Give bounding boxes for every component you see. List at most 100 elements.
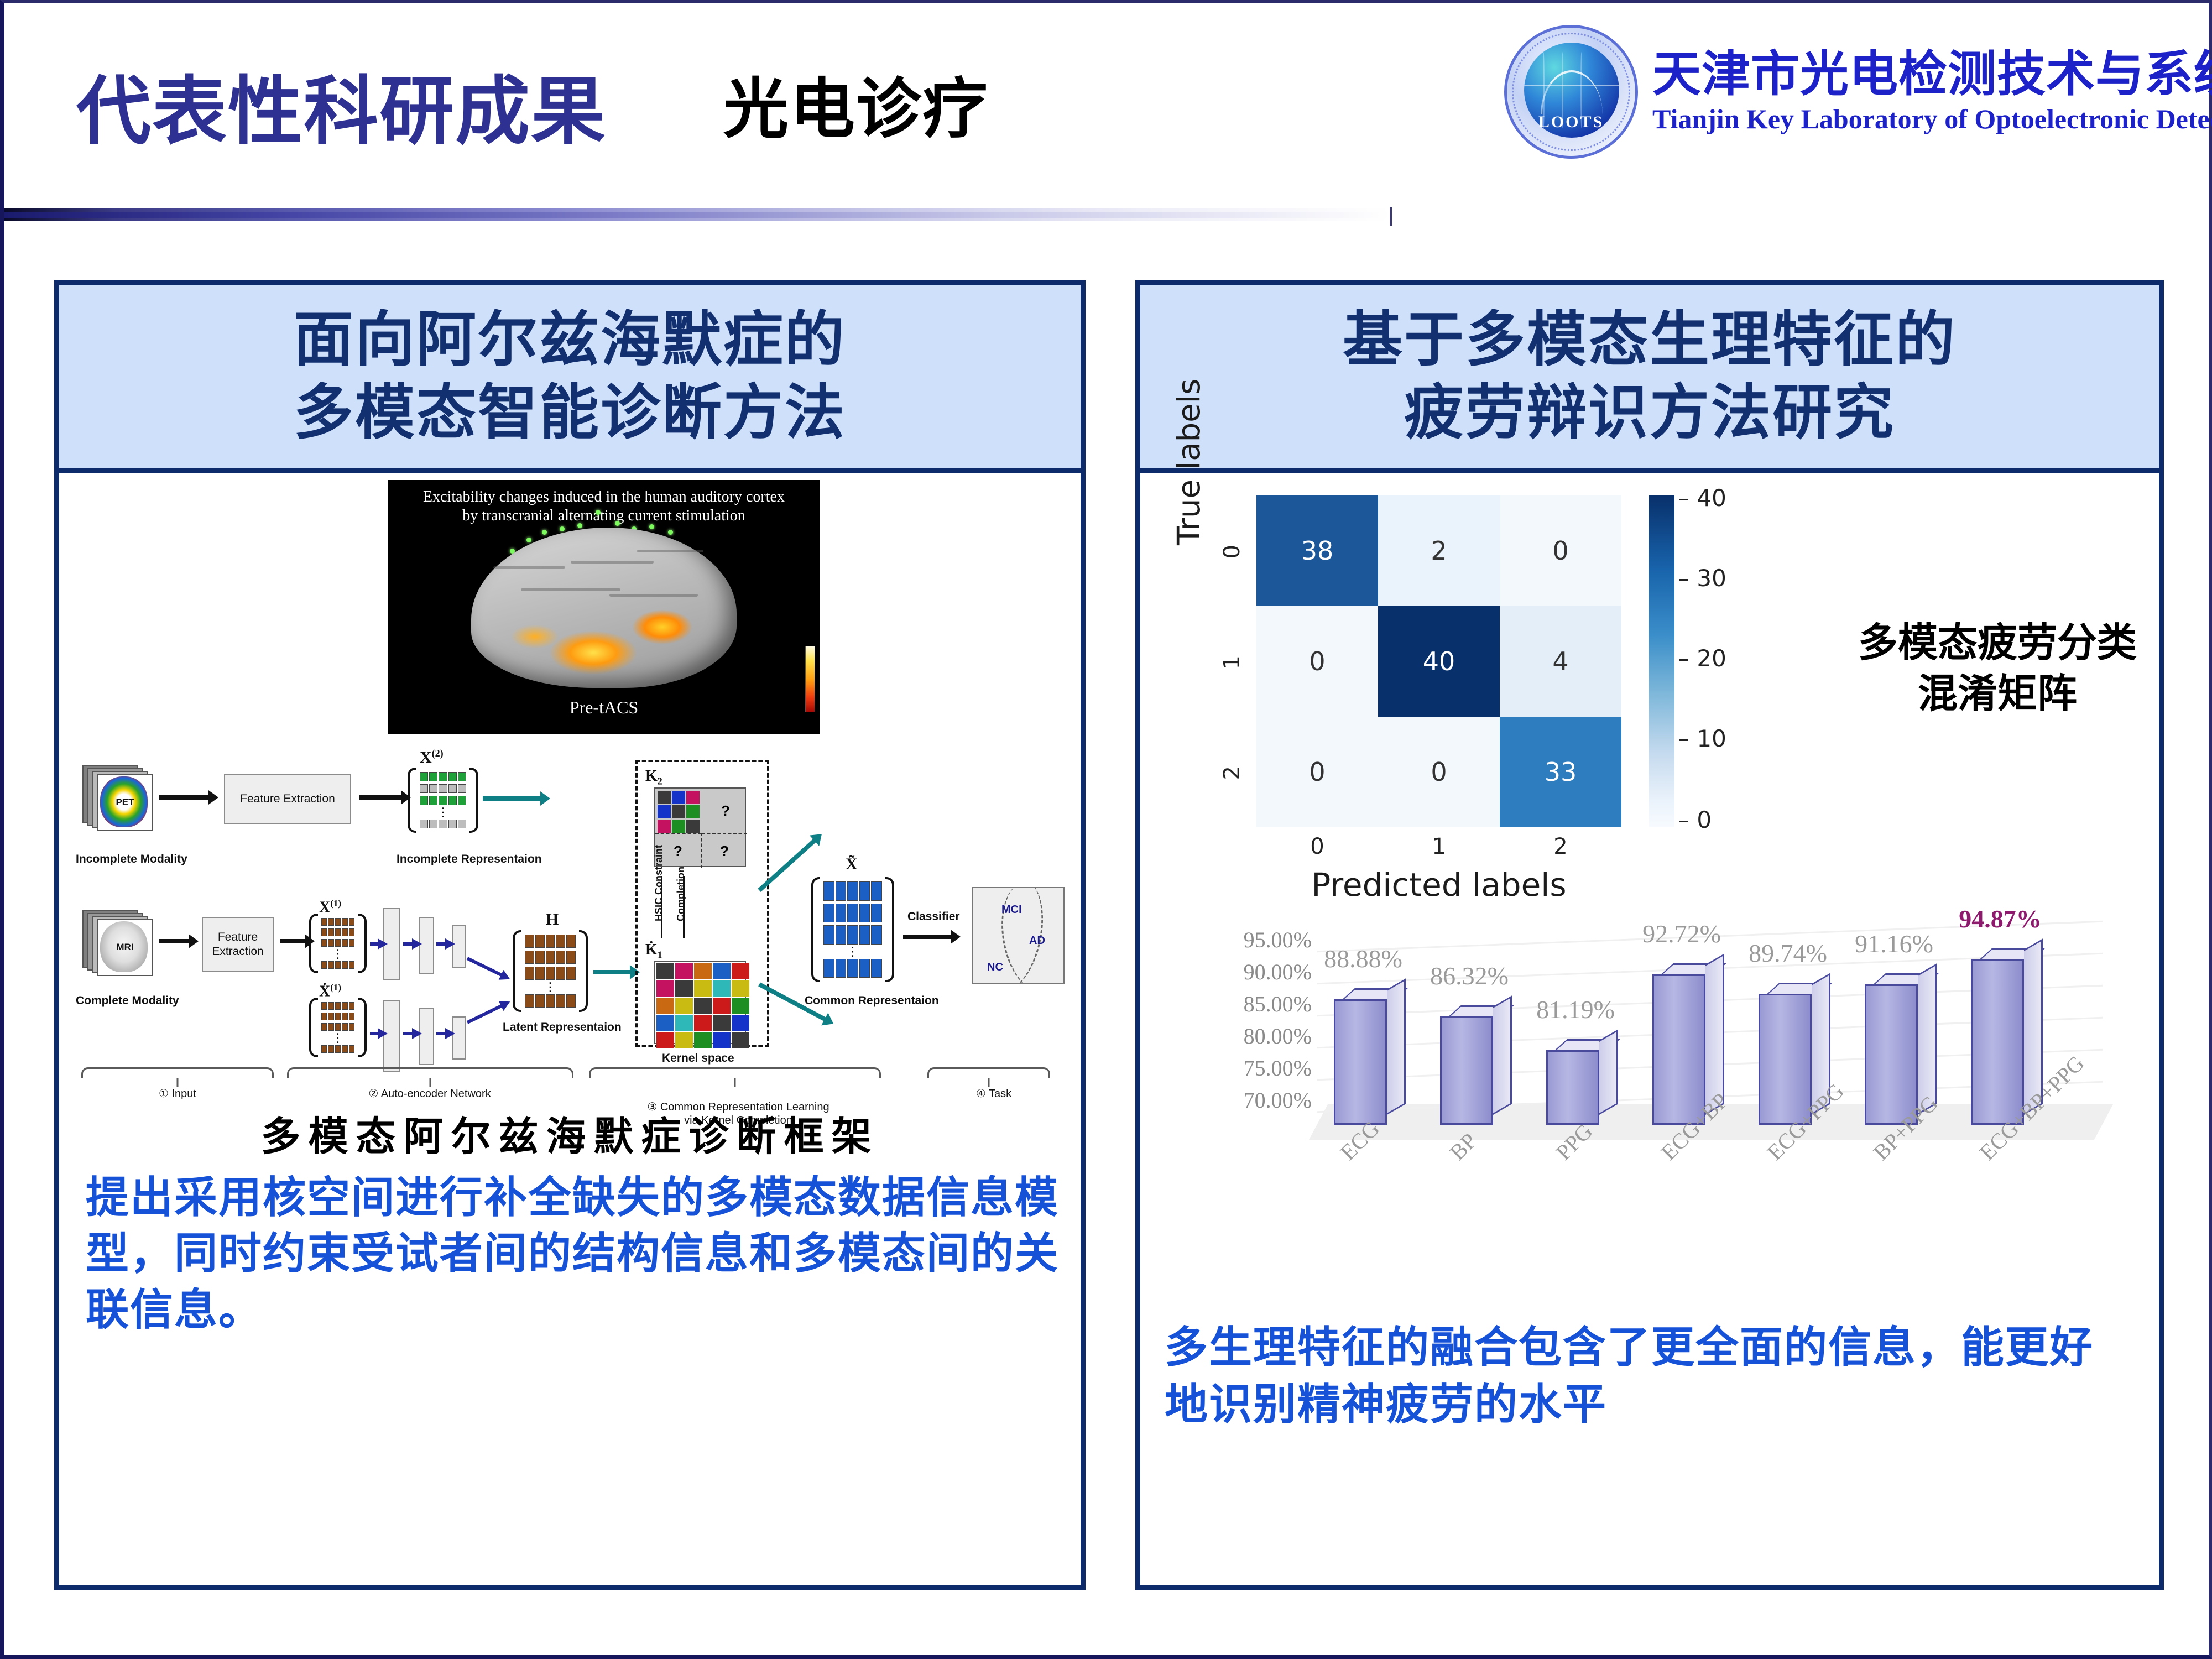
complete-modality-label: Complete Modality xyxy=(76,994,179,1007)
xtilde-symbol: X̃ xyxy=(846,855,858,873)
left-panel-description: 提出采用核空间进行补全缺失的多模态数据信息模型，同时约束受试者间的结构信息和多模… xyxy=(86,1173,1060,1335)
page-title: 代表性科研成果 xyxy=(76,68,607,155)
bar-value-ecg-bp: 92.72% xyxy=(1642,920,1721,948)
arrow-ae-to-h-1 xyxy=(466,957,505,978)
confusion-matrix-x-axis-label: Predicted labels xyxy=(1311,866,1567,904)
cm-ytick-2: 2 xyxy=(1219,766,1245,780)
framework-title: 多模态阿尔兹海默症诊断框架 xyxy=(260,1113,879,1160)
brain-figure-label: Pre-tACS xyxy=(569,697,639,717)
lab-name-cn: 天津市光电检测技术与系统重点实验室 xyxy=(1652,45,2212,102)
bc-ytick-1: 90.00% xyxy=(1243,959,1312,984)
cb-tick-40: 40 xyxy=(1678,484,1726,512)
stage-brace-1 xyxy=(81,1067,274,1078)
cm-xtick-0: 0 xyxy=(1310,834,1324,859)
cm-xtick-1: 1 xyxy=(1432,834,1446,859)
bar-value-ecg-bp-ppg: 94.87% xyxy=(1959,905,2042,933)
left-content-panel: 面向阿尔兹海默症的 多模态智能诊断方法 Excitability changes… xyxy=(54,280,1086,1590)
cm-cell-0-0: 38 xyxy=(1256,495,1378,606)
arrow-pet-to-fe xyxy=(159,790,218,805)
bar-value-bp-ppg: 91.16% xyxy=(1855,930,1933,958)
lab-name-en: Tianjin Key Laboratory of Optoelectronic… xyxy=(1652,103,2212,134)
confusion-matrix-grid: 38 2 0 0 40 4 0 0 33 xyxy=(1256,495,1621,827)
cb-tick-20: 20 xyxy=(1678,645,1726,672)
stage-label-1: ① Input xyxy=(159,1088,196,1100)
left-panel-header: 面向阿尔兹海默症的 多模态智能诊断方法 xyxy=(54,280,1086,473)
stage-brace-3 xyxy=(589,1067,881,1078)
k2-q3: ? xyxy=(702,833,747,868)
left-panel-title-line2: 多模态智能诊断方法 xyxy=(293,378,846,447)
confusion-matrix-colorbar xyxy=(1649,495,1674,827)
logo-emblem-icon: LOOTS xyxy=(1502,23,1640,161)
mri-image-stack: MRI xyxy=(82,910,154,977)
h-matrix: ⋮ xyxy=(513,930,588,1012)
confusion-matrix-note: 多模态疲劳分类 混淆矩阵 xyxy=(1826,617,2169,719)
arrow-fe-to-x1 xyxy=(280,934,315,948)
bc-ytick-3: 80.00% xyxy=(1243,1024,1312,1048)
confusion-matrix-y-axis-label: True labels xyxy=(1171,378,1207,545)
bar-ecg-bp: 92.72% xyxy=(1642,920,1726,1125)
xtilde-matrix: ⋮ xyxy=(811,877,894,982)
arrow-ae-6 xyxy=(436,1028,455,1039)
arrow-ae-2 xyxy=(403,938,422,950)
cb-tick-0: 0 xyxy=(1678,806,1712,833)
arrow-fe-to-x2 xyxy=(359,790,411,805)
arrow-ae-1 xyxy=(370,938,388,950)
incomplete-representation-label: Incomplete Representaion xyxy=(397,853,542,865)
arrow-ae-3 xyxy=(436,938,455,950)
bar-value-ppg: 81.19% xyxy=(1536,995,1615,1024)
k1-kernel-matrix xyxy=(654,961,749,1048)
framework-diagram: PET Incomplete Modality Feature Extracti… xyxy=(76,744,1066,1126)
brain-activation-figure: Excitability changes induced in the huma… xyxy=(388,480,820,734)
cm-cell-1-0: 0 xyxy=(1256,606,1378,717)
cm-cell-2-2: 33 xyxy=(1500,717,1621,827)
completion-label: Completion xyxy=(675,867,686,921)
class-nc-label: NC xyxy=(987,961,1003,973)
lab-logo: LOOTS 天津市光电检测技术与系统重点实验室 Tianjin Key Labo… xyxy=(1502,20,2212,164)
class-ad-label: AD xyxy=(1029,935,1045,947)
cm-xtick-2: 2 xyxy=(1553,834,1568,859)
stage-label-2: ② Auto-encoder Network xyxy=(368,1088,491,1100)
incomplete-modality-label: Incomplete Modality xyxy=(76,853,187,865)
stage-label-4: ④ Task xyxy=(975,1088,1012,1100)
bar-value-ecg-ppg: 89.74% xyxy=(1749,939,1827,967)
cm-note-line2: 混淆矩阵 xyxy=(1917,670,2077,717)
pet-image-stack: PET xyxy=(82,765,154,832)
bar-ecg-bp-ppg: 94.87% xyxy=(1959,905,2045,1125)
cm-cell-0-1: 2 xyxy=(1378,495,1500,606)
arrow-to-task xyxy=(903,930,961,944)
feature-extraction-box-2: Feature Extraction xyxy=(202,917,274,972)
h-symbol: H xyxy=(546,910,559,928)
class-mci-label: MCI xyxy=(1001,904,1022,916)
arrow-ae-5 xyxy=(403,1028,422,1039)
cm-cell-1-1: 40 xyxy=(1378,606,1500,717)
hsic-constraint-label: HSIC Constraint xyxy=(653,844,664,921)
k1-symbol: K̇1 xyxy=(645,941,662,961)
k2-symbol: K2 xyxy=(645,768,662,787)
right-panel-title-line1: 基于多模态生理特征的 xyxy=(1342,305,1957,375)
xdot1-matrix: ⋮ xyxy=(309,998,367,1057)
arrow-ae-to-h-2 xyxy=(466,1003,505,1024)
left-panel-title-line1: 面向阿尔兹海默症的 xyxy=(293,305,846,375)
bar-value-ecg: 88.88% xyxy=(1324,945,1402,973)
bar-bp-ppg: 91.16% xyxy=(1855,930,1939,1125)
arrow-h-to-k1 xyxy=(593,965,640,979)
accuracy-bar-chart: 95.00% 90.00% 85.00% 80.00% 75.00% 70.00… xyxy=(1179,905,2130,1264)
brain-caption-line1: Excitability changes induced in the huma… xyxy=(423,488,785,505)
cb-tick-10: 10 xyxy=(1678,725,1726,752)
stage-brace-2 xyxy=(287,1067,573,1078)
bc-ytick-0: 95.00% xyxy=(1243,927,1312,952)
right-panel-description: 多生理特征的融合包含了更全面的信息，能更好地识别精神疲劳的水平 xyxy=(1165,1323,2094,1430)
arrow-mri-to-fe xyxy=(159,934,199,948)
right-panel-header: 基于多模态生理特征的 疲劳辩识方法研究 xyxy=(1135,280,2164,473)
slide-canvas: 代表性科研成果 光电诊疗 LOOTS 天津市光电检测技术与系统重点实验室 Tia… xyxy=(0,0,2212,1659)
arrow-ae-4 xyxy=(370,1028,388,1039)
cm-cell-2-0: 0 xyxy=(1256,717,1378,827)
arrow-x2-to-k2 xyxy=(483,791,550,806)
header-divider-core xyxy=(4,212,1390,218)
common-representation-label: Common Representaion xyxy=(805,994,939,1007)
pet-label: PET xyxy=(116,797,134,807)
cm-cell-0-2: 0 xyxy=(1500,495,1621,606)
bc-ytick-2: 85.00% xyxy=(1243,992,1312,1016)
stage-brace-4 xyxy=(927,1067,1050,1078)
bar-bp: 86.32% xyxy=(1430,962,1514,1125)
